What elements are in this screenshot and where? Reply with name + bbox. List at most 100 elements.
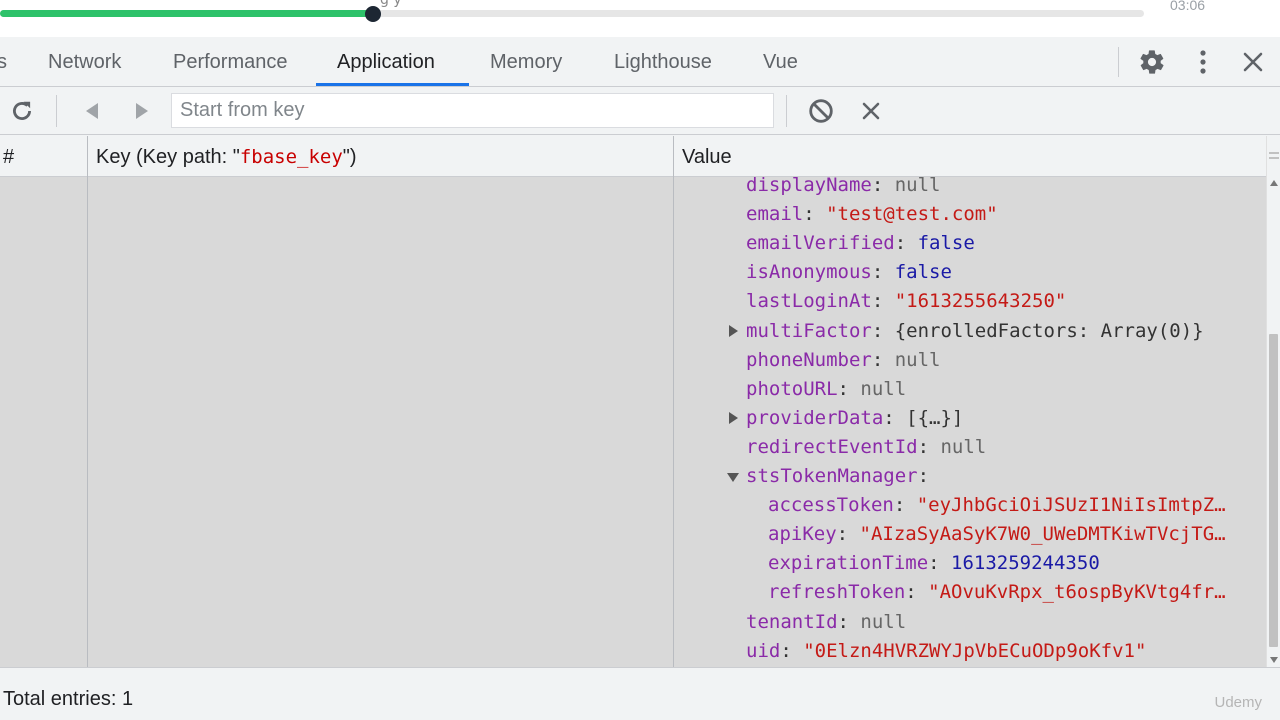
property-key: phoneNumber: [746, 348, 872, 371]
column-divider[interactable]: [673, 136, 674, 177]
property-separator: :: [928, 552, 952, 575]
start-key-input[interactable]: [171, 93, 774, 128]
property-separator: :: [893, 494, 917, 517]
property-uid: uid: "0Elzn4HVRZWYJpVbECuODp9oKfv1": [746, 637, 1264, 666]
tab-sources-cut[interactable]: s: [0, 37, 7, 87]
property-phoneNumber: phoneNumber: null: [746, 346, 1264, 375]
expand-arrow-icon[interactable]: [729, 411, 738, 424]
devtools-tabbar: s Network Performance Application Memory…: [0, 37, 1280, 87]
property-value: "AIzaSyAaSyK7W0_UWeDMTKiwTVcjTG…: [859, 523, 1226, 546]
triangle-right-icon[interactable]: [126, 95, 158, 127]
property-tenantId: tenantId: null: [746, 608, 1264, 637]
property-separator: :: [917, 435, 941, 458]
property-value: [{…}]: [906, 406, 964, 429]
video-title-fragment: g y: [380, 0, 402, 8]
close-icon[interactable]: [1237, 46, 1269, 78]
kebab-menu-icon[interactable]: [1187, 46, 1219, 78]
property-separator: :: [871, 348, 895, 371]
property-key: multiFactor: [746, 319, 872, 342]
active-tab-indicator: [316, 83, 469, 86]
table-header: # Key (Key path: "fbase_key") Value: [0, 136, 1266, 177]
property-lastLoginAt: lastLoginAt: "1613255643250": [746, 287, 1264, 316]
property-expirationTime: expirationTime: 1613259244350: [768, 549, 1264, 578]
vertical-scrollbar[interactable]: [1266, 136, 1280, 667]
property-value: 1613259244350: [951, 552, 1100, 575]
video-progress-fill: [0, 10, 373, 17]
property-value: false: [894, 261, 952, 284]
property-providerData[interactable]: providerData: [{…}]: [746, 404, 1264, 433]
property-value: null: [860, 377, 907, 400]
tab-application[interactable]: Application: [337, 37, 435, 87]
video-progress-knob[interactable]: [365, 6, 381, 22]
property-value: null: [940, 435, 987, 458]
scrollbar-grip: [1269, 152, 1279, 154]
video-time: 03:06: [1170, 0, 1206, 13]
property-stsTokenManager[interactable]: stsTokenManager:: [746, 462, 1264, 491]
key-header-prefix: Key (Key path: ": [96, 146, 240, 168]
property-key: photoURL: [746, 377, 838, 400]
property-separator: :: [837, 377, 861, 400]
property-key: apiKey: [768, 523, 837, 546]
property-key: accessToken: [768, 494, 894, 517]
scrollbar-thumb[interactable]: [1269, 334, 1278, 647]
property-email: email: "test@test.com": [746, 200, 1264, 229]
property-separator: :: [871, 177, 895, 196]
tab-performance[interactable]: Performance: [173, 37, 288, 87]
column-header-value: Value: [682, 146, 732, 168]
property-value: null: [894, 177, 941, 196]
expand-arrow-icon[interactable]: [729, 324, 738, 337]
property-value: null: [860, 610, 907, 633]
property-key: emailVerified: [746, 232, 895, 255]
scroll-down-arrow[interactable]: [1270, 657, 1278, 663]
property-value: "1613255643250": [894, 290, 1067, 313]
property-refreshToken: refreshToken: "AOvuKvRpx_t6ospByKVtg4fr…: [768, 578, 1264, 607]
tab-lighthouse[interactable]: Lighthouse: [614, 37, 712, 87]
scroll-up-arrow[interactable]: [1270, 180, 1278, 186]
idb-toolbar: [0, 87, 1280, 135]
tab-memory[interactable]: Memory: [490, 37, 562, 87]
value-object-tree: displayName: null email: "test@test.com" e…: [674, 177, 1266, 667]
gear-icon[interactable]: [1136, 46, 1168, 78]
property-separator: :: [917, 465, 930, 487]
property-separator: :: [871, 290, 895, 313]
property-redirectEventId: redirectEventId: null: [746, 433, 1264, 462]
block-icon[interactable]: [805, 95, 837, 127]
column-divider[interactable]: [87, 136, 88, 177]
x-icon[interactable]: [855, 95, 887, 127]
property-key: displayName: [746, 177, 872, 196]
property-value: "AOvuKvRpx_t6ospByKVtg4fr…: [928, 581, 1226, 604]
property-separator: :: [871, 261, 895, 284]
property-key: expirationTime: [768, 552, 929, 575]
triangle-left-icon[interactable]: [76, 95, 108, 127]
property-separator: :: [883, 406, 907, 429]
tab-network[interactable]: Network: [48, 37, 121, 87]
toolbar-separator: [786, 95, 787, 127]
property-separator: :: [837, 610, 861, 633]
status-footer: Total entries: 1 Udemy: [0, 667, 1280, 720]
property-key: redirectEventId: [746, 435, 918, 458]
property-value: null: [894, 348, 941, 371]
property-value: "eyJhbGciOiJSUzI1NiIsImtpZ…: [916, 494, 1226, 517]
property-emailVerified: emailVerified: false: [746, 229, 1264, 258]
property-value: false: [917, 232, 975, 255]
property-photoURL: photoURL: null: [746, 375, 1264, 404]
total-entries: Total entries: 1: [3, 688, 134, 710]
refresh-icon[interactable]: [6, 95, 38, 127]
property-value: {enrolledFactors: Array(0)}: [894, 319, 1204, 342]
expand-arrow-open-icon[interactable]: [727, 473, 739, 482]
property-separator: :: [780, 639, 804, 662]
scrollbar-grip: [1269, 157, 1279, 159]
property-key: email: [746, 203, 804, 226]
property-accessToken: accessToken: "eyJhbGciOiJSUzI1NiIsImtpZ…: [768, 491, 1264, 520]
property-apiKey: apiKey: "AIzaSyAaSyK7W0_UWeDMTKiwTVcjTG…: [768, 520, 1264, 549]
property-key: refreshToken: [768, 581, 906, 604]
property-multiFactor[interactable]: multiFactor: {enrolledFactors: Array(0)}: [746, 317, 1264, 346]
tab-vue[interactable]: Vue: [763, 37, 798, 87]
column-divider: [87, 177, 88, 667]
property-isAnonymous: isAnonymous: false: [746, 258, 1264, 287]
property-separator: :: [803, 203, 827, 226]
property-value: "test@test.com": [826, 203, 998, 226]
property-separator: :: [871, 319, 895, 342]
property-separator: :: [894, 232, 918, 255]
selected-table-row[interactable]: displayName: null email: "test@test.com" e…: [0, 177, 1266, 667]
